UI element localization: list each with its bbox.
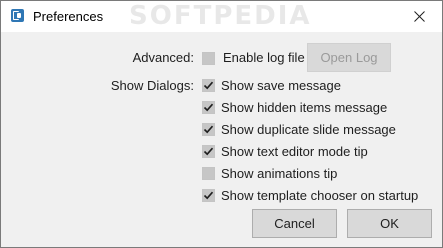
show-hidden-items-checkbox[interactable] xyxy=(202,101,215,114)
preferences-dialog: Preferences SOFTPEDIA Advanced: Enable l… xyxy=(0,0,443,248)
show-save-message-label[interactable]: Show save message xyxy=(221,78,341,93)
checkmark-icon xyxy=(203,125,214,134)
show-animations-tip-label[interactable]: Show animations tip xyxy=(221,166,337,181)
softpedia-watermark: SOFTPEDIA xyxy=(129,1,312,31)
window-title: Preferences xyxy=(33,9,104,24)
checkmark-icon xyxy=(203,103,214,112)
app-icon xyxy=(11,9,24,22)
enable-log-checkbox[interactable] xyxy=(202,52,215,65)
show-text-editor-tip-checkbox[interactable] xyxy=(202,145,215,158)
ok-button[interactable]: OK xyxy=(347,209,432,238)
checkmark-icon xyxy=(203,191,214,200)
cancel-button[interactable]: Cancel xyxy=(252,209,337,238)
show-template-chooser-checkbox[interactable] xyxy=(202,189,215,202)
advanced-label: Advanced: xyxy=(132,50,194,65)
show-text-editor-tip-label[interactable]: Show text editor mode tip xyxy=(221,144,368,159)
title-bar: Preferences SOFTPEDIA xyxy=(1,1,442,32)
open-log-button[interactable]: Open Log xyxy=(307,43,391,72)
show-template-chooser-label[interactable]: Show template chooser on startup xyxy=(221,188,418,203)
show-animations-tip-checkbox[interactable] xyxy=(202,167,215,180)
checkmark-icon xyxy=(203,81,214,90)
enable-log-label[interactable]: Enable log file xyxy=(223,50,305,65)
show-duplicate-slide-label[interactable]: Show duplicate slide message xyxy=(221,122,396,137)
show-hidden-items-label[interactable]: Show hidden items message xyxy=(221,100,387,115)
checkmark-icon xyxy=(203,147,214,156)
close-icon xyxy=(414,11,425,22)
show-save-message-checkbox[interactable] xyxy=(202,79,215,92)
close-button[interactable] xyxy=(397,1,442,32)
show-dialogs-label: Show Dialogs: xyxy=(110,78,194,93)
show-duplicate-slide-checkbox[interactable] xyxy=(202,123,215,136)
